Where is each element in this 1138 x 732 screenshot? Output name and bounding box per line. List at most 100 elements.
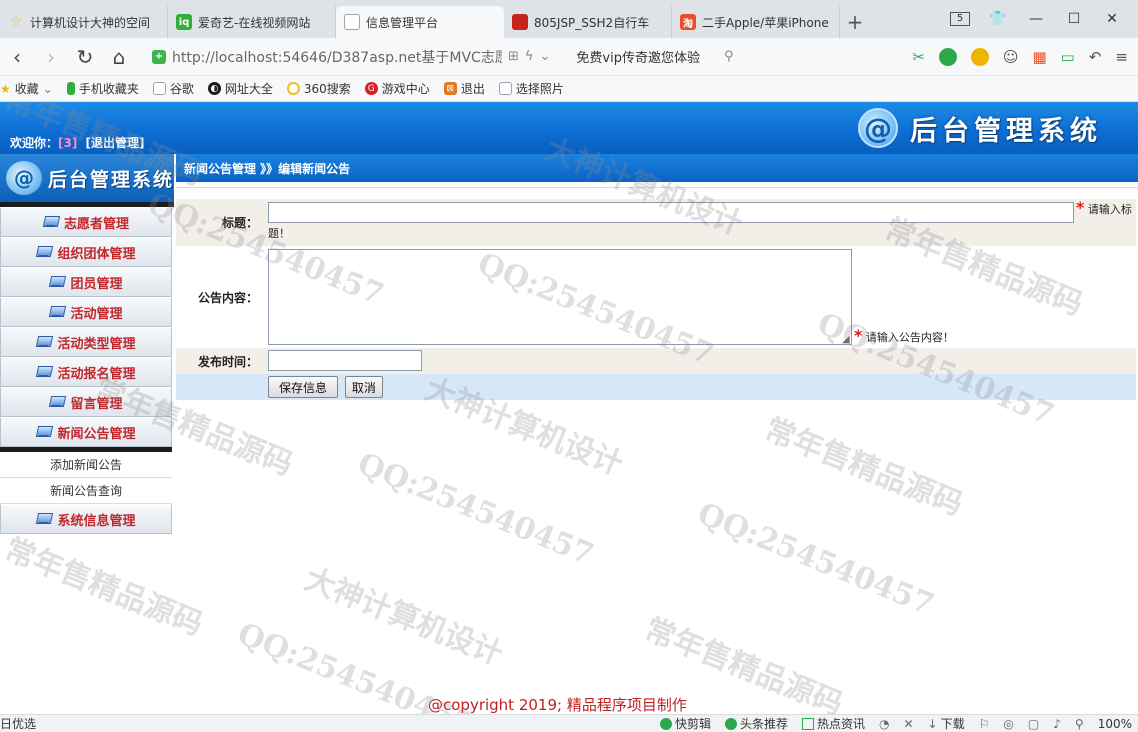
bookmark-item[interactable]: 选择照片	[498, 80, 564, 97]
monitor-icon	[49, 396, 65, 408]
sidebar-header: @ 后台管理系统	[0, 154, 174, 202]
back-icon[interactable]: ‹	[0, 45, 34, 69]
lightning-icon[interactable]: ϟ	[525, 49, 534, 64]
scissors-icon[interactable]: ✂	[912, 48, 925, 66]
save-button[interactable]: 保存信息	[268, 376, 339, 398]
status-item-label: 热点资讯	[816, 717, 865, 731]
star-icon: ★	[0, 81, 11, 96]
flag-icon[interactable]: ⚐	[979, 717, 990, 731]
monitor-icon	[36, 366, 52, 378]
apps-icon[interactable]: ▦	[1032, 48, 1046, 66]
date-input[interactable]	[268, 350, 422, 371]
face-icon[interactable]: ☺	[1003, 48, 1019, 66]
speed-icon[interactable]: ◔	[879, 717, 889, 731]
status-item[interactable]: 头条推荐	[724, 715, 788, 732]
tools-icon[interactable]: ✕	[903, 717, 913, 731]
close-icon[interactable]: ✕	[1102, 11, 1122, 27]
bookmark-item[interactable]: G 游戏中心	[364, 80, 430, 97]
tab-count-badge[interactable]: 5	[950, 12, 970, 26]
sidebar-item-message[interactable]: 留言管理	[0, 387, 172, 417]
content-textarea[interactable]	[268, 249, 852, 345]
browser-tab[interactable]: 805JSP_SSH2自行车	[504, 6, 672, 38]
bookmark-item[interactable]: 360搜索	[286, 80, 351, 97]
sidebar-item-member[interactable]: 团员管理	[0, 267, 172, 297]
page-icon	[344, 14, 360, 30]
sidebar-item-activity-type[interactable]: 活动类型管理	[0, 327, 172, 357]
sidebar-item-activity-signup[interactable]: 活动报名管理	[0, 357, 172, 387]
home-icon[interactable]: ⌂	[102, 45, 136, 69]
form-row-title: 标题： * 请输入标 题！	[176, 199, 1136, 246]
browser-tab-active[interactable]: 信息管理平台	[336, 6, 504, 38]
browser-tab[interactable]: 淘 二手Apple/苹果iPhone	[672, 6, 840, 38]
sidebar-item-volunteer[interactable]: 志愿者管理	[0, 207, 172, 237]
resize-grip-icon[interactable]: ◢	[842, 334, 850, 345]
zoom-icon[interactable]: ⚲	[1075, 717, 1084, 731]
bookmark-item[interactable]: 手机收藏夹	[66, 80, 139, 97]
reload-icon[interactable]: ↻	[68, 45, 102, 69]
window-controls: 5 👕 — ☐ ✕	[950, 0, 1138, 38]
maximize-icon[interactable]: ☐	[1064, 11, 1084, 27]
address-bar[interactable]: + http://localhost:54646/D387asp.net基于MV…	[144, 43, 754, 71]
undo-icon[interactable]: ↶	[1089, 48, 1102, 66]
address-promo[interactable]: 免费vip传奇邀您体验	[576, 47, 700, 66]
bookmark-item[interactable]: ◐ 网址大全	[207, 80, 273, 97]
menu-icon[interactable]: ≡	[1115, 48, 1128, 66]
translate-icon[interactable]	[938, 47, 957, 66]
sidebar-subitem-add-news[interactable]: 添加新闻公告	[0, 452, 172, 478]
title-field-cell: * 请输入标 题！	[264, 199, 1136, 246]
page-icon	[498, 82, 512, 95]
browser-tab[interactable]: ☆ 计算机设计大神的空间	[0, 6, 168, 38]
web-page: 欢迎你：[3] [退出管理] @ 后台管理系统 @ 后台管理系统 志愿者管理 组…	[0, 102, 1138, 714]
minimize-icon[interactable]: —	[1026, 11, 1046, 27]
search-ring-icon	[286, 82, 300, 95]
monitor-icon	[36, 336, 52, 348]
content-hint-text: 请输入公告内容！	[865, 331, 954, 344]
status-item[interactable]: ↓ 下载	[928, 715, 965, 732]
address-url[interactable]: http://localhost:54646/D387asp.net基于MVC志…	[172, 47, 502, 67]
sidebar-item-label: 留言管理	[70, 396, 123, 412]
browser-icon[interactable]: ◎	[1003, 717, 1013, 731]
browser-nav-bar: ‹ › ↻ ⌂ + http://localhost:54646/D387asp…	[0, 38, 1138, 76]
status-left-text[interactable]: 日优选	[0, 715, 36, 732]
status-item-label: 下载	[940, 717, 965, 731]
toolbar-extensions: ✂ ☺ ▦ ▭ ↶ ≡	[912, 47, 1138, 66]
zoom-level[interactable]: 100%	[1098, 717, 1132, 731]
status-item[interactable]: 快剪辑	[659, 715, 711, 732]
sidebar-item-news[interactable]: 新闻公告管理	[0, 417, 172, 447]
bookmark-label: 收藏	[14, 82, 39, 96]
monitor-icon	[36, 426, 52, 438]
logout-link[interactable]: [退出管理]	[86, 136, 145, 150]
browser-tab[interactable]: iq 爱奇艺-在线视频网站	[168, 6, 336, 38]
chevron-down-icon[interactable]: ⌄	[539, 49, 550, 64]
grid-icon[interactable]: ⊞	[508, 49, 519, 64]
volume-icon[interactable]: ♪	[1053, 717, 1061, 731]
taobao-icon: 淘	[680, 14, 696, 30]
bookmark-item[interactable]: ★ 收藏 ⌄	[0, 80, 53, 97]
cancel-button[interactable]: 取消	[344, 376, 383, 398]
sidebar-item-activity[interactable]: 活动管理	[0, 297, 172, 327]
coin-icon[interactable]	[970, 47, 989, 66]
shirt-icon[interactable]: 👕	[988, 11, 1008, 27]
sidebar-subitem-query-news[interactable]: 新闻公告查询	[0, 478, 172, 504]
star-icon: ☆	[9, 14, 23, 30]
bookmark-item[interactable]: ⊠ 退出	[443, 80, 485, 97]
forward-icon[interactable]: ›	[34, 45, 68, 69]
status-item[interactable]: 热点资讯	[801, 715, 865, 732]
search-icon[interactable]: ⚲	[724, 49, 734, 64]
download-icon: ↓	[927, 716, 938, 731]
battery-icon[interactable]: ▭	[1061, 48, 1075, 66]
page-icon	[152, 82, 166, 95]
sidebar-item-organization[interactable]: 组织团体管理	[0, 237, 172, 267]
sidebar-item-system-info[interactable]: 系统信息管理	[0, 504, 172, 534]
tab-label: 805JSP_SSH2自行车	[534, 15, 650, 30]
window-icon[interactable]: ▢	[1028, 717, 1039, 731]
title-input[interactable]	[268, 202, 1074, 223]
monitor-icon	[49, 276, 65, 288]
tab-label: 爱奇艺-在线视频网站	[198, 15, 311, 30]
sidebar-item-label: 活动管理	[70, 306, 123, 322]
user-name: [3]	[58, 136, 78, 150]
new-tab-button[interactable]: +	[840, 6, 870, 38]
bookmark-item[interactable]: 谷歌	[152, 80, 194, 97]
title-hint-text: 请输入标	[1087, 203, 1132, 216]
sidebar-item-label: 新闻公告管理	[57, 426, 136, 442]
